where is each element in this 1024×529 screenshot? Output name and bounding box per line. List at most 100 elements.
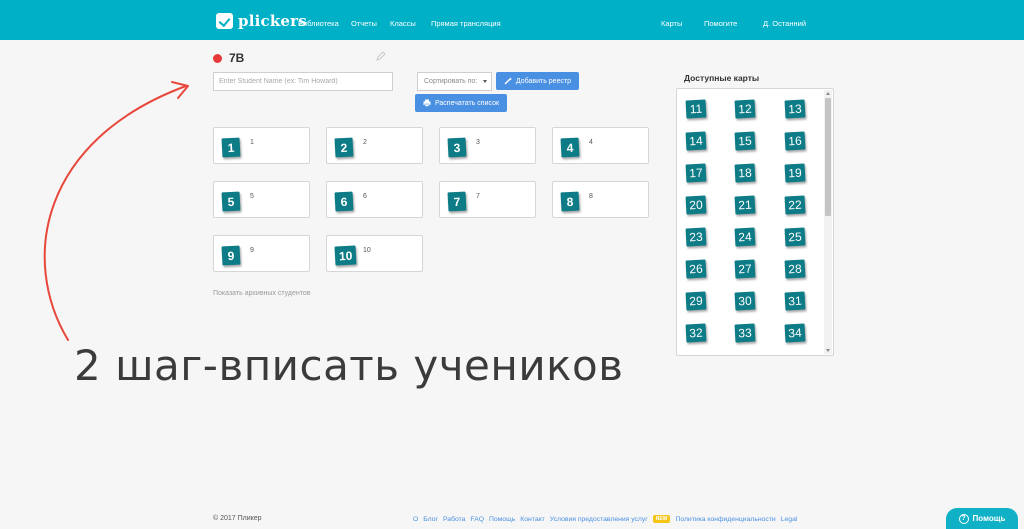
footer-link-terms[interactable]: Условия предоставления услуг [550,516,648,523]
nav-cards[interactable]: Карты [661,19,682,28]
card-number-badge: 2 [334,137,354,158]
available-card[interactable]: 16 [784,131,806,151]
scroll-up-arrow-icon[interactable] [825,92,830,95]
print-roster-button[interactable]: Распечатать список [415,94,507,112]
student-card[interactable]: 2 2 [326,127,423,164]
available-card[interactable]: 12 [734,99,756,119]
scroll-thumb[interactable] [825,98,831,216]
card-number-badge: 4 [560,137,580,158]
footer-link-blog[interactable]: Блог [423,516,438,523]
magic-wand-icon [504,77,512,85]
footer-link-jobs[interactable]: Работа [443,516,465,523]
printer-icon [423,99,431,107]
student-card[interactable]: 3 3 [439,127,536,164]
nav-reports[interactable]: Отчеты [351,19,377,28]
card-number-badge: 6 [334,191,354,212]
card-number-badge: 7 [447,191,467,212]
print-roster-label: Распечатать список [434,99,500,107]
card-number-badge: 9 [221,245,241,266]
available-card[interactable]: 24 [734,227,756,247]
student-name: 6 [363,193,367,200]
available-card[interactable]: 32 [685,323,707,343]
student-name: 7 [476,193,480,200]
plickers-logo-icon [216,13,233,29]
available-card[interactable]: 19 [784,163,806,183]
student-card[interactable]: 9 9 [213,235,310,272]
available-card[interactable]: 14 [685,131,707,151]
student-name-input[interactable] [213,72,393,91]
student-name: 10 [363,247,371,254]
help-widget-label: Помощь [972,514,1006,523]
annotation-arrow-head [171,81,189,99]
question-icon: ? [958,513,969,524]
top-bar: plickers Библиотека Отчеты Классы Прямая… [0,0,1024,40]
student-name: 8 [589,193,593,200]
student-card[interactable]: 4 4 [552,127,649,164]
student-name: 4 [589,139,593,146]
available-card[interactable]: 27 [734,259,756,279]
footer-link-privacy[interactable]: Политика конфиденциальности [675,516,775,523]
new-badge: NEW [652,515,671,523]
available-card[interactable]: 11 [685,99,707,119]
student-card[interactable]: 1 1 [213,127,310,164]
available-card[interactable]: 17 [685,163,707,183]
student-name: 2 [363,139,367,146]
available-cards-title: Доступные карты [684,73,760,83]
available-card[interactable]: 30 [734,291,756,311]
card-number-badge: 10 [334,245,357,266]
student-name: 5 [250,193,254,200]
sort-label: Сортировать по: [424,78,478,85]
student-card[interactable]: 5 5 [213,181,310,218]
nav-live[interactable]: Прямая трансляция [431,19,501,28]
available-card[interactable]: 25 [784,227,806,247]
nav-help[interactable]: Помогите [704,19,737,28]
available-card[interactable]: 31 [784,291,806,311]
footer-link-help[interactable]: Помощь [489,516,515,523]
brand-name: plickers [238,12,307,30]
card-number-badge: 3 [447,137,467,158]
available-cards-panel: 11 12 13 14 15 16 17 18 19 20 21 22 23 24 25 26 27 28 29 30… [676,88,834,356]
footer-link-contact[interactable]: Контакт [520,516,544,523]
sort-dropdown[interactable]: Сортировать по: [417,72,492,91]
annotation-text: 2 шаг-вписать учеников [74,341,624,390]
available-card[interactable]: 23 [685,227,707,247]
available-card[interactable]: 34 [784,323,806,343]
footer-links: О Блог Работа FAQ Помощь Контакт Условия… [413,515,797,523]
add-roster-button[interactable]: Добавить реестр [496,72,579,90]
available-card[interactable]: 33 [734,323,756,343]
pencil-icon[interactable] [376,51,386,61]
nav-library[interactable]: Библиотека [298,19,339,28]
show-archived-link[interactable]: Показать архивных студентов [213,290,311,297]
available-card[interactable]: 15 [734,131,756,151]
scroll-down-arrow-icon[interactable] [825,349,830,352]
student-name: 1 [250,139,254,146]
help-widget-button[interactable]: ? Помощь [946,508,1018,529]
scrollbar[interactable] [824,90,832,354]
available-card[interactable]: 20 [685,195,707,215]
available-card[interactable]: 18 [734,163,756,183]
available-card[interactable]: 29 [685,291,707,311]
available-card[interactable]: 28 [784,259,806,279]
footer-link-legal[interactable]: Legal [781,516,798,523]
available-card[interactable]: 22 [784,195,806,215]
card-number-badge: 5 [221,191,241,212]
add-roster-label: Добавить реестр [515,77,572,85]
footer-link-faq[interactable]: FAQ [470,516,484,523]
available-cards-grid: 11 12 13 14 15 16 17 18 19 20 21 22 23 24 25 26 27 28 29 30… [677,89,825,355]
annotation-arrow-line [43,85,187,341]
available-card[interactable]: 21 [734,195,756,215]
student-card[interactable]: 10 10 [326,235,423,272]
student-name: 9 [250,247,254,254]
card-number-badge: 1 [221,137,241,158]
plickers-logo[interactable]: plickers [216,11,307,31]
student-card[interactable]: 8 8 [552,181,649,218]
available-card[interactable]: 26 [685,259,707,279]
card-number-badge: 8 [560,191,580,212]
student-name: 3 [476,139,480,146]
student-card[interactable]: 7 7 [439,181,536,218]
student-card[interactable]: 6 6 [326,181,423,218]
available-card[interactable]: 13 [784,99,806,119]
nav-classes[interactable]: Классы [390,19,416,28]
nav-user[interactable]: Д. Останний [763,19,806,28]
footer-link-about[interactable]: О [413,516,418,523]
